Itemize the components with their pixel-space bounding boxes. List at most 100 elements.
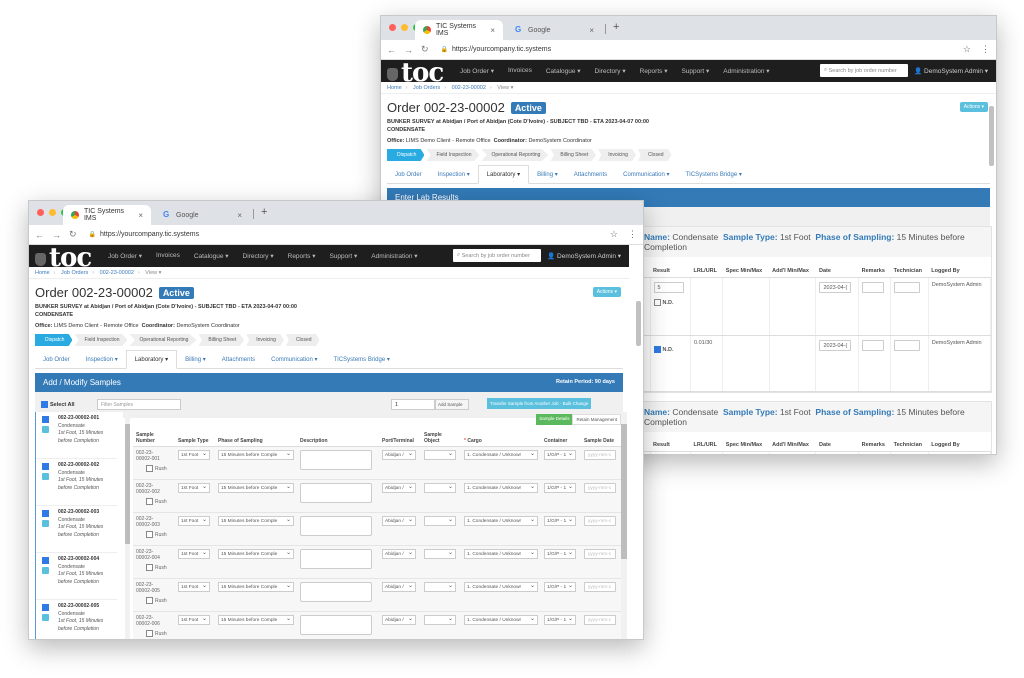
tab-communication[interactable]: Communication ▾ [263,351,325,368]
date-input[interactable]: 2023-04-( [819,339,852,351]
back-icon[interactable]: ← [35,230,44,240]
sample-type-select[interactable]: 1st Foot [178,449,210,460]
sample-object-select[interactable] [424,581,456,592]
nav-reports[interactable]: Reports ▾ [281,252,323,260]
nav-invoices[interactable]: Invoices [149,252,187,260]
sample-list-item[interactable]: 002-23-00002-001 Condensate 1st Foot, 15 M… [36,412,117,459]
bookmark-star-icon[interactable]: ☆ [610,229,618,240]
sample-object-select[interactable] [424,449,456,460]
browser-tab-google[interactable]: G Google × [507,20,602,40]
close-window-icon[interactable] [37,209,44,216]
step-operational-reporting[interactable]: Operational Reporting [129,334,197,346]
remarks-input[interactable] [862,281,885,293]
technician-input[interactable] [894,281,921,293]
cargo-select[interactable]: 1. Condensate / Unknowr [464,614,538,625]
container-select[interactable]: 1/G/P - 1 [544,482,576,493]
nav-job-order[interactable]: Job Order ▾ [101,252,149,260]
sample-list-item[interactable]: 002-23-00002-002 Condensate 1st Foot, 15 M… [36,459,117,506]
nav-administration[interactable]: Administration ▾ [716,67,776,75]
expand-icon[interactable] [42,520,49,527]
cargo-select[interactable]: 1. Condensate / Unknowr [464,515,538,526]
cargo-select[interactable]: 1. Condensate / Unknowr [464,449,538,460]
tab-ticsystems-bridge[interactable]: TICSystems Bridge ▾ [678,166,750,183]
tab-communication[interactable]: Communication ▾ [615,166,677,183]
forward-icon[interactable]: → [404,45,413,55]
logo[interactable]: toc [387,60,447,86]
technician-input[interactable] [894,339,921,351]
phase-select[interactable]: 15 Minutes before Comple [218,449,294,460]
sample-type-select[interactable]: 1st Foot [178,581,210,592]
container-select[interactable]: 1/G/P - 1 [544,515,576,526]
sample-select-checkbox[interactable] [42,463,49,470]
actions-button[interactable]: Actions ▾ [959,102,988,112]
rush-checkbox[interactable] [146,629,153,637]
user-menu[interactable]: 👤 DemoSystem Admin ▾ [547,252,621,260]
breadcrumb-view[interactable]: View ▾ [145,270,161,276]
sample-date-input[interactable]: yyyy-mm-c [584,449,616,460]
breadcrumb-order[interactable]: 002-23-00002 [452,85,486,91]
expand-icon[interactable] [42,426,49,433]
close-tab-icon[interactable]: × [237,211,242,220]
sample-select-checkbox[interactable] [42,416,49,423]
cargo-select[interactable]: 1. Condensate / Unknowr [464,482,538,493]
nav-directory[interactable]: Directory ▾ [588,67,633,75]
rush-checkbox[interactable] [146,530,153,538]
remarks-input[interactable] [862,339,885,351]
container-select[interactable]: 1/G/P - 1 [544,449,576,460]
step-billing-sheet[interactable]: Billing Sheet [198,334,245,346]
breadcrumb-home[interactable]: Home [387,85,402,91]
back-icon[interactable]: ← [387,45,396,55]
port-select[interactable]: Abidjan / [382,515,416,526]
nav-invoices[interactable]: Invoices [501,67,539,75]
breadcrumb-view[interactable]: View ▾ [497,85,513,91]
description-textarea[interactable] [300,614,372,635]
sample-type-select[interactable]: 1st Foot [178,482,210,493]
step-field-inspection[interactable]: Field Inspection [74,334,128,346]
forward-icon[interactable]: → [52,230,61,240]
nd-checkbox[interactable] [653,298,661,306]
sample-details-toggle[interactable]: Sample Details [536,414,573,425]
rush-checkbox[interactable] [146,497,153,505]
select-all-checkbox[interactable]: Select All [41,401,75,408]
sample-date-input[interactable]: yyyy-mm-c [584,548,616,559]
port-select[interactable]: Abidjan / [382,449,416,460]
expand-icon[interactable] [42,473,49,480]
tab-attachments[interactable]: Attachments [566,167,615,183]
close-tab-icon[interactable]: × [138,211,143,220]
description-textarea[interactable] [300,449,372,470]
tab-job-order[interactable]: Job Order [387,167,430,183]
tab-attachments[interactable]: Attachments [214,352,263,368]
window-scrollbar[interactable] [989,106,994,166]
phase-select[interactable]: 15 Minutes before Comple [218,515,294,526]
phase-select[interactable]: 15 Minutes before Comple [218,581,294,592]
phase-select[interactable]: 15 Minutes before Comple [218,548,294,559]
description-textarea[interactable] [300,482,372,503]
cargo-select[interactable]: 1. Condensate / Unknowr [464,548,538,559]
nav-administration[interactable]: Administration ▾ [364,252,424,260]
close-window-icon[interactable] [389,24,396,31]
reload-icon[interactable]: ↻ [69,229,77,240]
browser-menu-icon[interactable]: ⋮ [628,229,637,240]
expand-icon[interactable] [42,614,49,621]
result-input[interactable]: 5 [653,281,684,293]
browser-tab-tic[interactable]: TIC Systems IMS × [63,205,151,225]
filter-samples-input[interactable]: Filter Samples [97,399,181,410]
tab-billing[interactable]: Billing ▾ [529,166,566,183]
tab-inspection[interactable]: Inspection ▾ [78,351,126,368]
job-search-input[interactable]: ⌕ Search by job order number [453,249,541,262]
container-select[interactable]: 1/G/P - 1 [544,581,576,592]
sample-object-select[interactable] [424,515,456,526]
step-operational-reporting[interactable]: Operational Reporting [481,149,549,161]
nav-support[interactable]: Support ▾ [674,67,716,75]
tab-billing[interactable]: Billing ▾ [177,351,214,368]
sample-object-select[interactable] [424,482,456,493]
actions-button[interactable]: Actions ▾ [592,287,621,297]
description-textarea[interactable] [300,515,372,536]
sample-type-select[interactable]: 1st Foot [178,614,210,625]
new-tab-icon[interactable]: + [613,21,619,33]
expand-icon[interactable] [42,567,49,574]
description-textarea[interactable] [300,581,372,602]
step-dispatch[interactable]: Dispatch [35,334,73,346]
tab-ticsystems-bridge[interactable]: TICSystems Bridge ▾ [326,351,398,368]
sample-date-input[interactable]: yyyy-mm-c [584,614,616,625]
